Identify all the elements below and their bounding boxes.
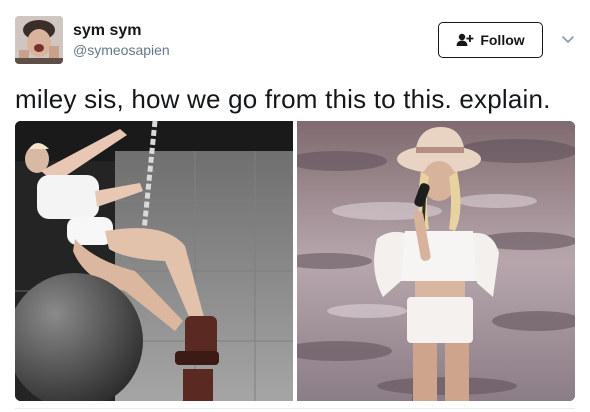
follow-button-label: Follow bbox=[480, 32, 525, 48]
follow-button[interactable]: Follow bbox=[438, 22, 543, 58]
divider bbox=[15, 408, 575, 409]
user-handle[interactable]: @symeosapien bbox=[73, 41, 170, 59]
avatar[interactable] bbox=[15, 16, 63, 64]
chevron-down-icon[interactable] bbox=[561, 32, 575, 46]
media-grid bbox=[15, 121, 575, 401]
display-name[interactable]: sym sym bbox=[73, 21, 142, 41]
media-photo-left[interactable] bbox=[15, 121, 293, 401]
tweet-text: miley sis, how we go from this to this. … bbox=[15, 84, 551, 114]
media-photo-right[interactable] bbox=[297, 121, 575, 401]
add-person-icon bbox=[456, 33, 474, 47]
tweet-card: sym sym @symeosapien Follow miley sis, h… bbox=[0, 0, 590, 412]
